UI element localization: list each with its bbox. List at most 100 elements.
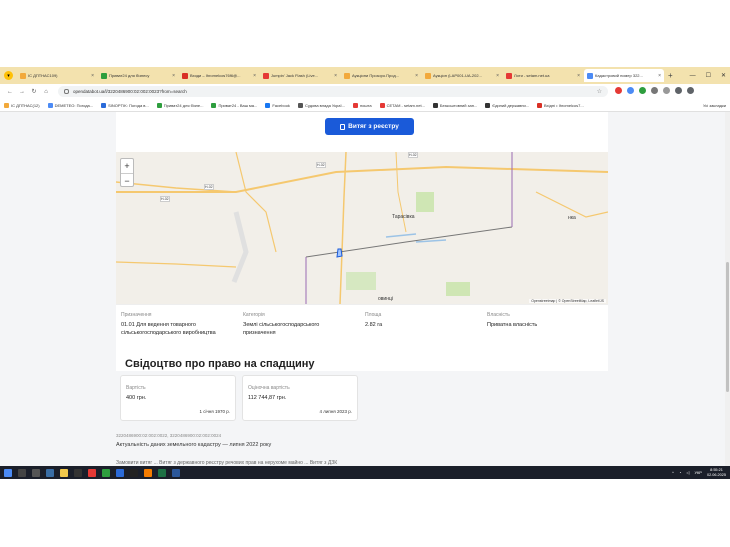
extract-button-label: Витяг з реєстру	[348, 123, 399, 130]
store-icon[interactable]	[74, 468, 82, 477]
language-indicator[interactable]: УКР	[694, 470, 702, 475]
bookmark-favicon-icon	[379, 102, 385, 108]
zoom-out-button[interactable]: −	[121, 173, 133, 187]
system-tray: ^ ◔ ◁ УКР 8:55:21 02.06.2025	[672, 466, 726, 479]
bookmark-favicon-icon	[47, 102, 53, 108]
bookmark-item[interactable]: Facebook	[265, 102, 290, 108]
browser-tab[interactable]: Аукціон (LAP001-UA-202... ×	[422, 69, 502, 82]
bookmark-item[interactable]: SINOPTIK: Погода в...	[101, 102, 149, 108]
tab-close-icon[interactable]: ×	[253, 73, 256, 79]
bookmark-label: Вхідні • Ihromelcos7...	[544, 102, 584, 108]
bookmark-item[interactable]: Вхідні • Ihromelcos7...	[537, 102, 584, 108]
page-scrollbar[interactable]	[725, 112, 730, 466]
reload-icon[interactable]: ↻	[28, 88, 40, 95]
extension-icon[interactable]	[627, 87, 634, 94]
bookmark-favicon-icon	[101, 102, 107, 108]
tab-favicon-icon	[587, 72, 593, 79]
tab-close-icon[interactable]: ×	[577, 73, 580, 79]
bookmark-item[interactable]: Єдиний державни...	[485, 102, 530, 108]
tab-title: Кадастровий номер 322...	[595, 73, 643, 78]
tab-search-icon[interactable]: ▾	[4, 71, 13, 80]
bookmark-item[interactable]: DEMETEO: Погода...	[47, 102, 94, 108]
tab-close-icon[interactable]: ×	[496, 73, 499, 79]
search-icon[interactable]	[18, 468, 26, 477]
app-icon[interactable]	[144, 468, 152, 477]
browser-tab[interactable]: ІС ДПТНАС109) ×	[17, 69, 97, 82]
home-icon[interactable]: ⌂	[40, 89, 52, 95]
bookmark-label: SINOPTIK: Погода в...	[108, 102, 149, 108]
blank-bottom-area	[0, 479, 730, 547]
bookmark-item[interactable]: Безкоштовний зап...	[432, 102, 477, 108]
extension-icon[interactable]	[639, 87, 646, 94]
file-explorer-icon[interactable]	[60, 468, 68, 477]
bookmark-item[interactable]: Приват24 - Ваш ма...	[211, 102, 257, 108]
bookmark-item[interactable]: Судова влада Украї...	[297, 102, 345, 108]
maximize-icon[interactable]: ☐	[706, 72, 711, 79]
tray-chevron-icon[interactable]: ^	[672, 470, 674, 475]
cadastral-numbers[interactable]: 3220486900:02:002:0022, 3220486900:02:00…	[116, 433, 221, 438]
tab-favicon-icon	[101, 72, 107, 79]
bookmark-label: DEMETEO: Погода...	[54, 102, 94, 108]
map-attribution[interactable]: Openstreetmap | © OpenStreetMap, Leaflet…	[529, 299, 606, 303]
chrome-icon[interactable]	[102, 468, 110, 477]
map-label-village: нка	[568, 215, 576, 221]
menu-icon[interactable]	[687, 87, 694, 94]
start-icon[interactable]	[4, 468, 12, 477]
scrollbar-thumb[interactable]	[726, 262, 729, 392]
browser-tab[interactable]: Аукціони Прозоро.Прод... ×	[341, 69, 421, 82]
tab-close-icon[interactable]: ×	[658, 73, 661, 79]
all-bookmarks-folder[interactable]: Усі закладки	[703, 103, 726, 108]
bookmark-item[interactable]: Приват24 для бізне...	[156, 102, 203, 108]
close-icon[interactable]: ✕	[721, 72, 726, 79]
tab-close-icon[interactable]: ×	[91, 73, 94, 79]
download-icon[interactable]	[663, 87, 670, 94]
extract-button[interactable]: Витяг з реєстру	[325, 118, 414, 135]
task-view-icon[interactable]	[32, 468, 40, 477]
clock[interactable]: 8:55:21 02.06.2025	[707, 468, 726, 478]
bookmark-item[interactable]: СЕТАМ - setam.net...	[379, 102, 425, 108]
valuation-card: Оціночна вартість 112 744,87 грн. 4 липн…	[242, 375, 358, 421]
browser-tab[interactable]: Приват24 для бізнесу ×	[98, 69, 178, 82]
app-icon[interactable]	[130, 468, 138, 477]
minimize-icon[interactable]: —	[690, 73, 696, 79]
site-info-icon[interactable]	[64, 89, 69, 94]
new-tab-button[interactable]: +	[668, 71, 673, 80]
browser-tab[interactable]: Входи – Ihromelcos76f6@... ×	[179, 69, 259, 82]
tab-close-icon[interactable]: ×	[172, 73, 175, 79]
browser-tab[interactable]: Кадастровий номер 322... ×	[584, 69, 664, 82]
bookmark-label: Єдиний державни...	[492, 102, 530, 108]
back-icon[interactable]: ←	[4, 89, 16, 95]
bookmark-item[interactable]: ІС ДПТНАС(12)	[4, 102, 40, 108]
price-card: Вартість 400 грн. 1 січня 1970 р.	[120, 375, 236, 421]
browser-tab[interactable]: Jumpin' Jack Flash (Live... ×	[260, 69, 340, 82]
puzzle-icon[interactable]	[651, 87, 658, 94]
extension-icon[interactable]	[615, 87, 622, 94]
bookmark-favicon-icon	[485, 102, 491, 108]
app-icon[interactable]	[88, 468, 96, 477]
page-content: Витяг з реєстру + − Тарасівка нка овинці…	[0, 112, 730, 466]
windows-taskbar: ^ ◔ ◁ УКР 8:55:21 02.06.2025	[0, 466, 730, 479]
volume-icon[interactable]: ◁	[686, 470, 689, 475]
property-area: Площа 2.82 га	[365, 312, 383, 328]
app-icon[interactable]	[116, 468, 124, 477]
tab-title: Jumpin' Jack Flash (Live...	[271, 73, 319, 78]
bookmark-favicon-icon	[297, 102, 303, 108]
word-icon[interactable]	[172, 468, 180, 477]
widgets-icon[interactable]	[46, 468, 54, 477]
tab-close-icon[interactable]: ×	[334, 73, 337, 79]
wifi-icon[interactable]: ◔	[679, 470, 681, 475]
excel-icon[interactable]	[158, 468, 166, 477]
certificate-cards: Вартість 400 грн. 1 січня 1970 р. Оціноч…	[116, 371, 608, 429]
forward-icon[interactable]: →	[16, 89, 28, 95]
tab-close-icon[interactable]: ×	[415, 73, 418, 79]
url-text: opendatabot.ua/l/3220486900:02:002:0023?…	[73, 89, 187, 94]
tab-favicon-icon	[506, 72, 512, 79]
bookmark-item[interactable]: пошта	[352, 102, 372, 108]
bookmark-star-icon[interactable]: ☆	[597, 88, 602, 95]
url-input[interactable]: opendatabot.ua/l/3220486900:02:002:0023?…	[58, 86, 608, 97]
parcel-map[interactable]: + − Тарасівка нка овинці H-02 H-02 H-02 …	[116, 152, 608, 304]
zoom-in-button[interactable]: +	[121, 159, 133, 173]
browser-tab[interactable]: Лоти - setam.net.ua ×	[503, 69, 583, 82]
tab-title: Аукціони Прозоро.Прод...	[352, 73, 400, 78]
profile-avatar[interactable]	[675, 87, 682, 94]
